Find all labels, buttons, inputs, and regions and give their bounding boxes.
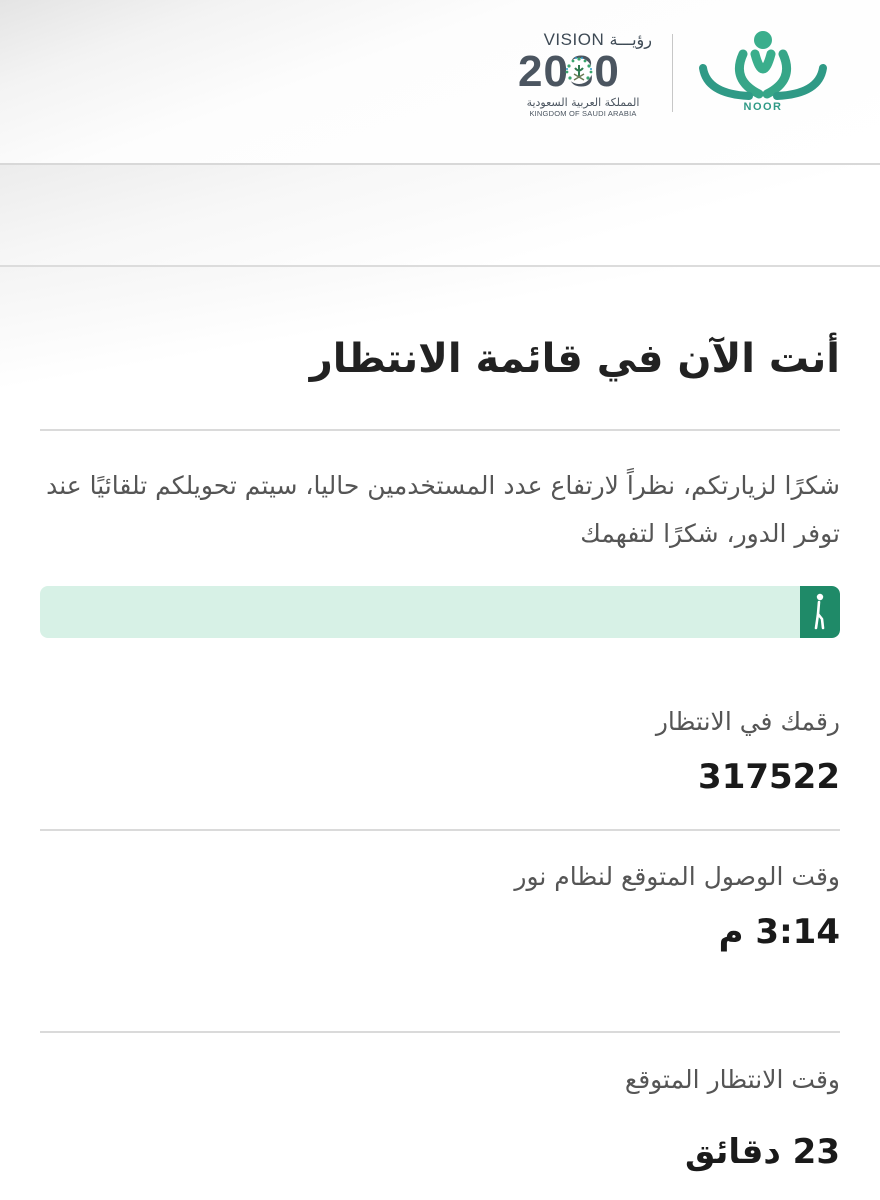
number-divider xyxy=(40,829,840,831)
queue-number-label: رقمك في الانتظار xyxy=(655,707,840,736)
vision-2030-logo: VISION رؤيـــة 2030 المملكة العربية السع… xyxy=(512,28,652,120)
walking-person-icon xyxy=(814,593,825,630)
page-title: أنت الآن في قائمة الانتظار xyxy=(309,336,840,382)
logo-divider xyxy=(672,34,673,112)
queue-number-value: 317522 xyxy=(698,757,840,797)
arrival-time-value: 3:14 م xyxy=(718,912,840,952)
queue-message: شكرًا لزيارتكم، نظراً لارتفاع عدد المستخ… xyxy=(46,471,840,548)
subheader-band xyxy=(0,165,880,267)
saudi-emblem-icon xyxy=(565,57,593,84)
wait-time-value: 23 دقائق xyxy=(684,1132,840,1172)
site-header: VISION رؤيـــة 2030 المملكة العربية السع… xyxy=(0,0,880,165)
arrival-time-label: وقت الوصول المتوقع لنظام نور xyxy=(514,862,840,891)
kingdom-name-ar: المملكة العربية السعودية xyxy=(526,96,640,109)
noor-wordmark: NOOR xyxy=(743,101,783,113)
kingdom-name-en: KINGDOM OF SAUDI ARABIA xyxy=(529,109,637,118)
queue-progress-bar xyxy=(40,586,840,638)
arrival-divider xyxy=(40,1031,840,1033)
wait-time-label: وقت الانتظار المتوقع xyxy=(624,1065,840,1094)
title-divider xyxy=(40,429,840,431)
